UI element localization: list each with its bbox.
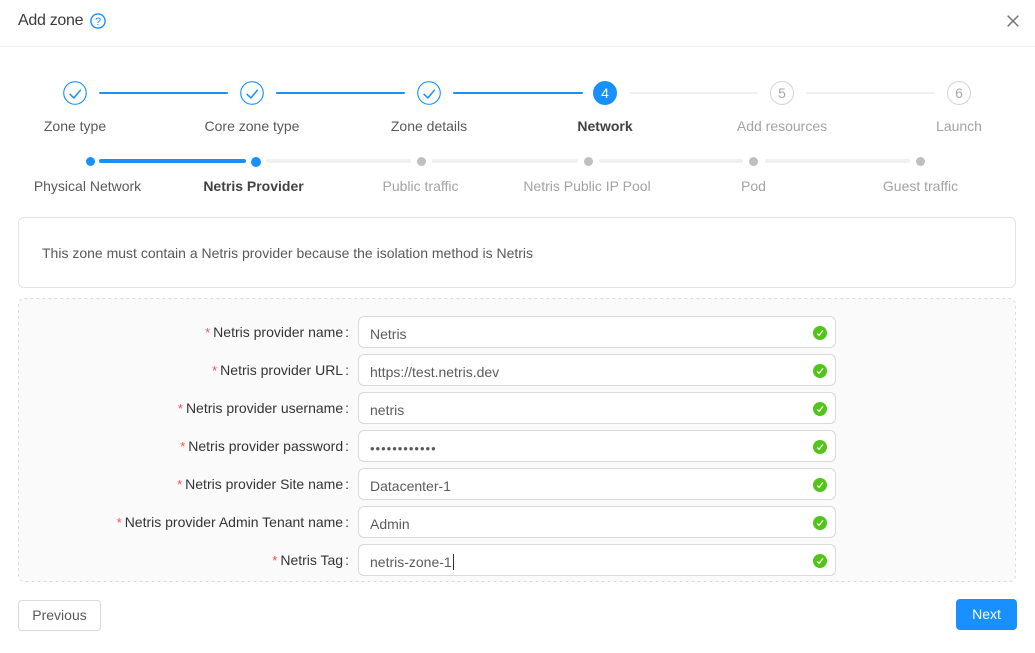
svg-text:?: ? — [95, 16, 101, 28]
